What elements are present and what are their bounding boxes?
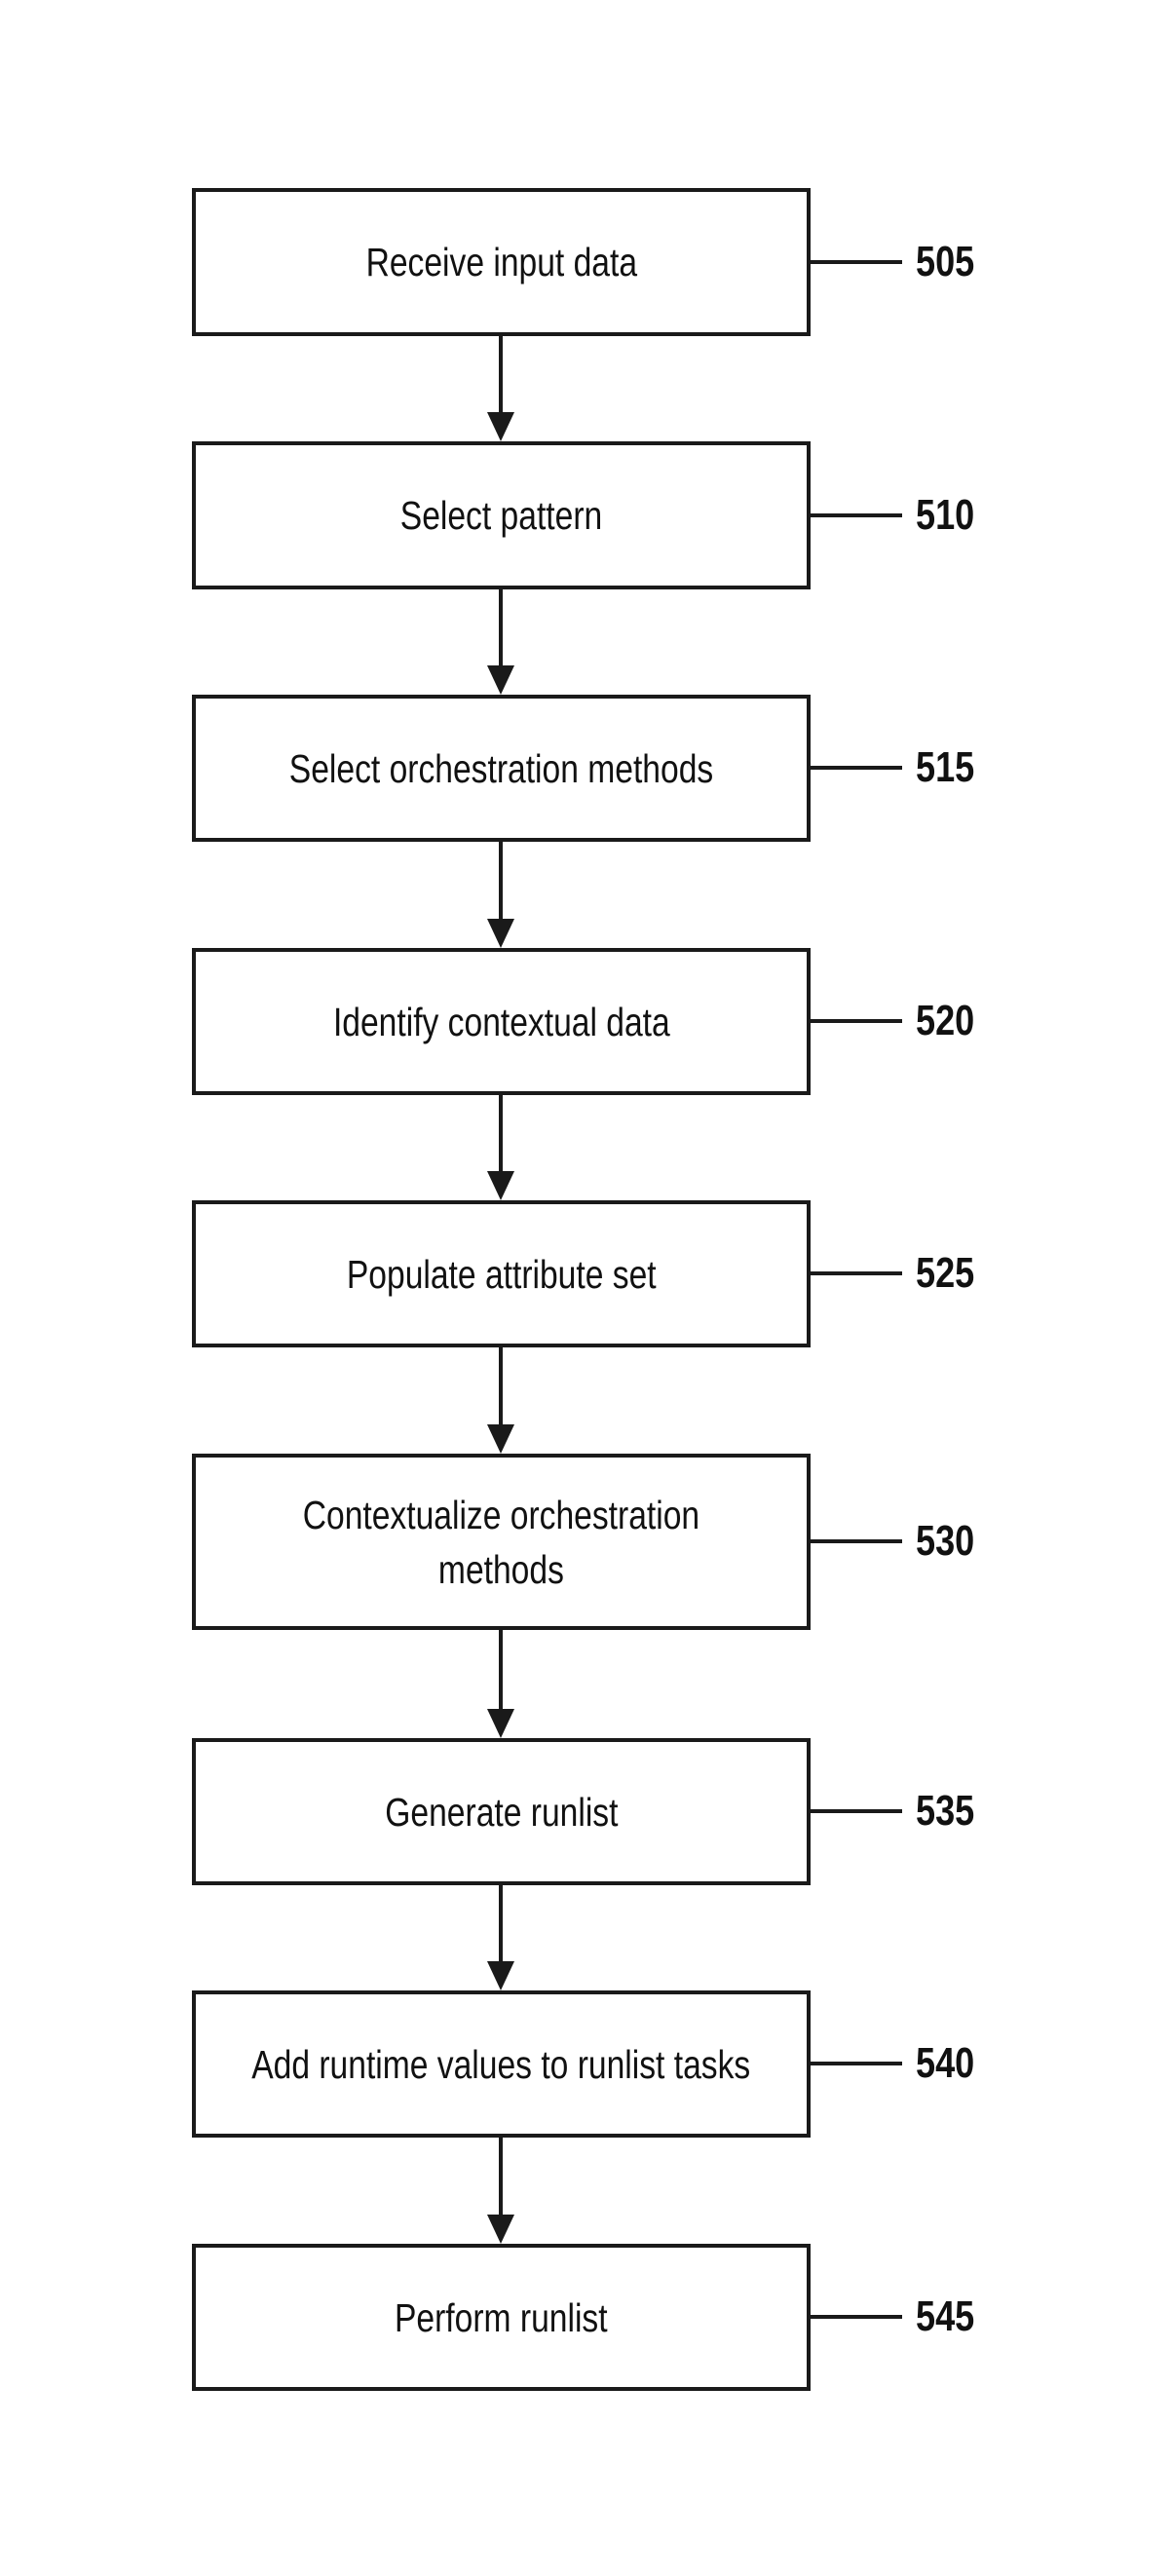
arrow-shaft <box>499 1347 503 1426</box>
reference-leader-line <box>811 2062 902 2065</box>
reference-leader-line <box>811 2315 902 2319</box>
arrow-down-icon <box>487 1961 514 1990</box>
step-box-select-pattern: Select pattern <box>192 441 811 589</box>
reference-numeral: 540 <box>916 2039 975 2087</box>
arrow-down-icon <box>487 665 514 695</box>
step-box-generate-runlist: Generate runlist <box>192 1738 811 1885</box>
reference-leader-line <box>811 1019 902 1023</box>
step-label: Contextualize orchestration methods <box>302 1492 700 1592</box>
step-label: Select pattern <box>399 493 603 538</box>
step-label: Add runtime values to runlist tasks <box>251 2041 751 2087</box>
reference-numeral: 525 <box>916 1249 975 1297</box>
arrow-shaft <box>499 589 503 667</box>
step-box-identify-contextual-data: Identify contextual data <box>192 948 811 1095</box>
step-label: Perform runlist <box>395 2294 608 2340</box>
arrow-shaft <box>499 1095 503 1173</box>
reference-numeral: 515 <box>916 743 975 791</box>
step-box-add-runtime-values: Add runtime values to runlist tasks <box>192 1990 811 2138</box>
arrow-down-icon <box>487 1171 514 1200</box>
reference-numeral: 505 <box>916 238 975 285</box>
arrow-down-icon <box>487 919 514 948</box>
arrow-shaft <box>499 336 503 414</box>
step-box-populate-attribute-set: Populate attribute set <box>192 1200 811 1347</box>
reference-leader-line <box>811 1271 902 1275</box>
step-box-select-orchestration-methods: Select orchestration methods <box>192 695 811 842</box>
arrow-shaft <box>499 2138 503 2216</box>
arrow-shaft <box>499 1630 503 1711</box>
arrow-down-icon <box>487 1709 514 1738</box>
step-label: Select orchestration methods <box>288 745 714 791</box>
step-box-contextualize-orchestration-methods: Contextualize orchestration methods <box>192 1454 811 1630</box>
step-label: Generate runlist <box>384 1789 619 1835</box>
step-label: Receive input data <box>365 240 637 284</box>
reference-leader-line <box>811 260 902 264</box>
reference-leader-line <box>811 766 902 770</box>
reference-leader-line <box>811 1809 902 1813</box>
step-box-perform-runlist: Perform runlist <box>192 2244 811 2391</box>
step-label: Populate attribute set <box>346 1251 657 1297</box>
arrow-shaft <box>499 842 503 921</box>
reference-numeral: 530 <box>916 1517 975 1565</box>
arrow-down-icon <box>487 2215 514 2244</box>
reference-numeral: 535 <box>916 1787 975 1835</box>
step-box-receive-input-data: Receive input data <box>192 188 811 336</box>
step-label: Identify contextual data <box>332 999 670 1044</box>
reference-numeral: 510 <box>916 491 975 539</box>
reference-leader-line <box>811 513 902 517</box>
arrow-down-icon <box>487 412 514 441</box>
arrow-shaft <box>499 1885 503 1963</box>
reference-leader-line <box>811 1539 902 1543</box>
arrow-down-icon <box>487 1424 514 1454</box>
reference-numeral: 545 <box>916 2292 975 2340</box>
reference-numeral: 520 <box>916 997 975 1044</box>
